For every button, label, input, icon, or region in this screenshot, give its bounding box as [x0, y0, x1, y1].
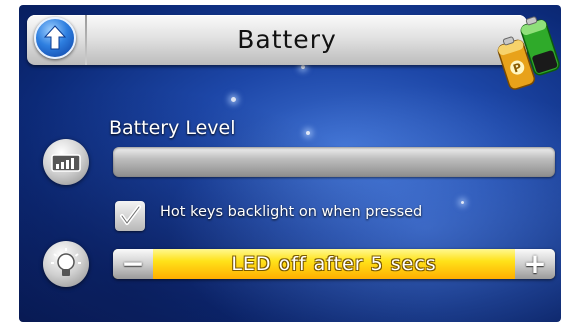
signal-bars-icon [51, 154, 81, 172]
background-sparkle [301, 65, 305, 69]
led-increase-button[interactable]: + [515, 247, 555, 280]
light-bulb-icon [51, 248, 81, 276]
background-sparkle [461, 201, 464, 204]
battery-screen: Battery P Battery Level Hot keys backlig… [19, 5, 561, 322]
led-timeout-slider[interactable]: − LED off after 5 secs + [113, 247, 555, 280]
battery-level-label: Battery Level [109, 117, 236, 139]
title-bar: Battery [27, 15, 527, 65]
hotkeys-backlight-checkbox[interactable] [115, 201, 145, 231]
back-button[interactable] [34, 17, 76, 59]
background-sparkle [306, 131, 310, 135]
led-icon-button [43, 241, 89, 287]
page-title: Battery [237, 25, 337, 54]
background-sparkle [231, 97, 236, 102]
plus-icon: + [523, 247, 547, 280]
checkmark-icon [120, 205, 141, 225]
battery-power-icon: P [497, 16, 560, 90]
minus-icon: − [121, 247, 145, 280]
battery-level-bar [113, 147, 555, 177]
led-timeout-value: LED off after 5 secs [231, 253, 437, 275]
up-arrow-icon [43, 25, 67, 50]
hotkeys-backlight-label: Hot keys backlight on when pressed [160, 204, 423, 220]
led-decrease-button[interactable]: − [113, 247, 153, 280]
battery-level-icon-button [43, 139, 89, 185]
